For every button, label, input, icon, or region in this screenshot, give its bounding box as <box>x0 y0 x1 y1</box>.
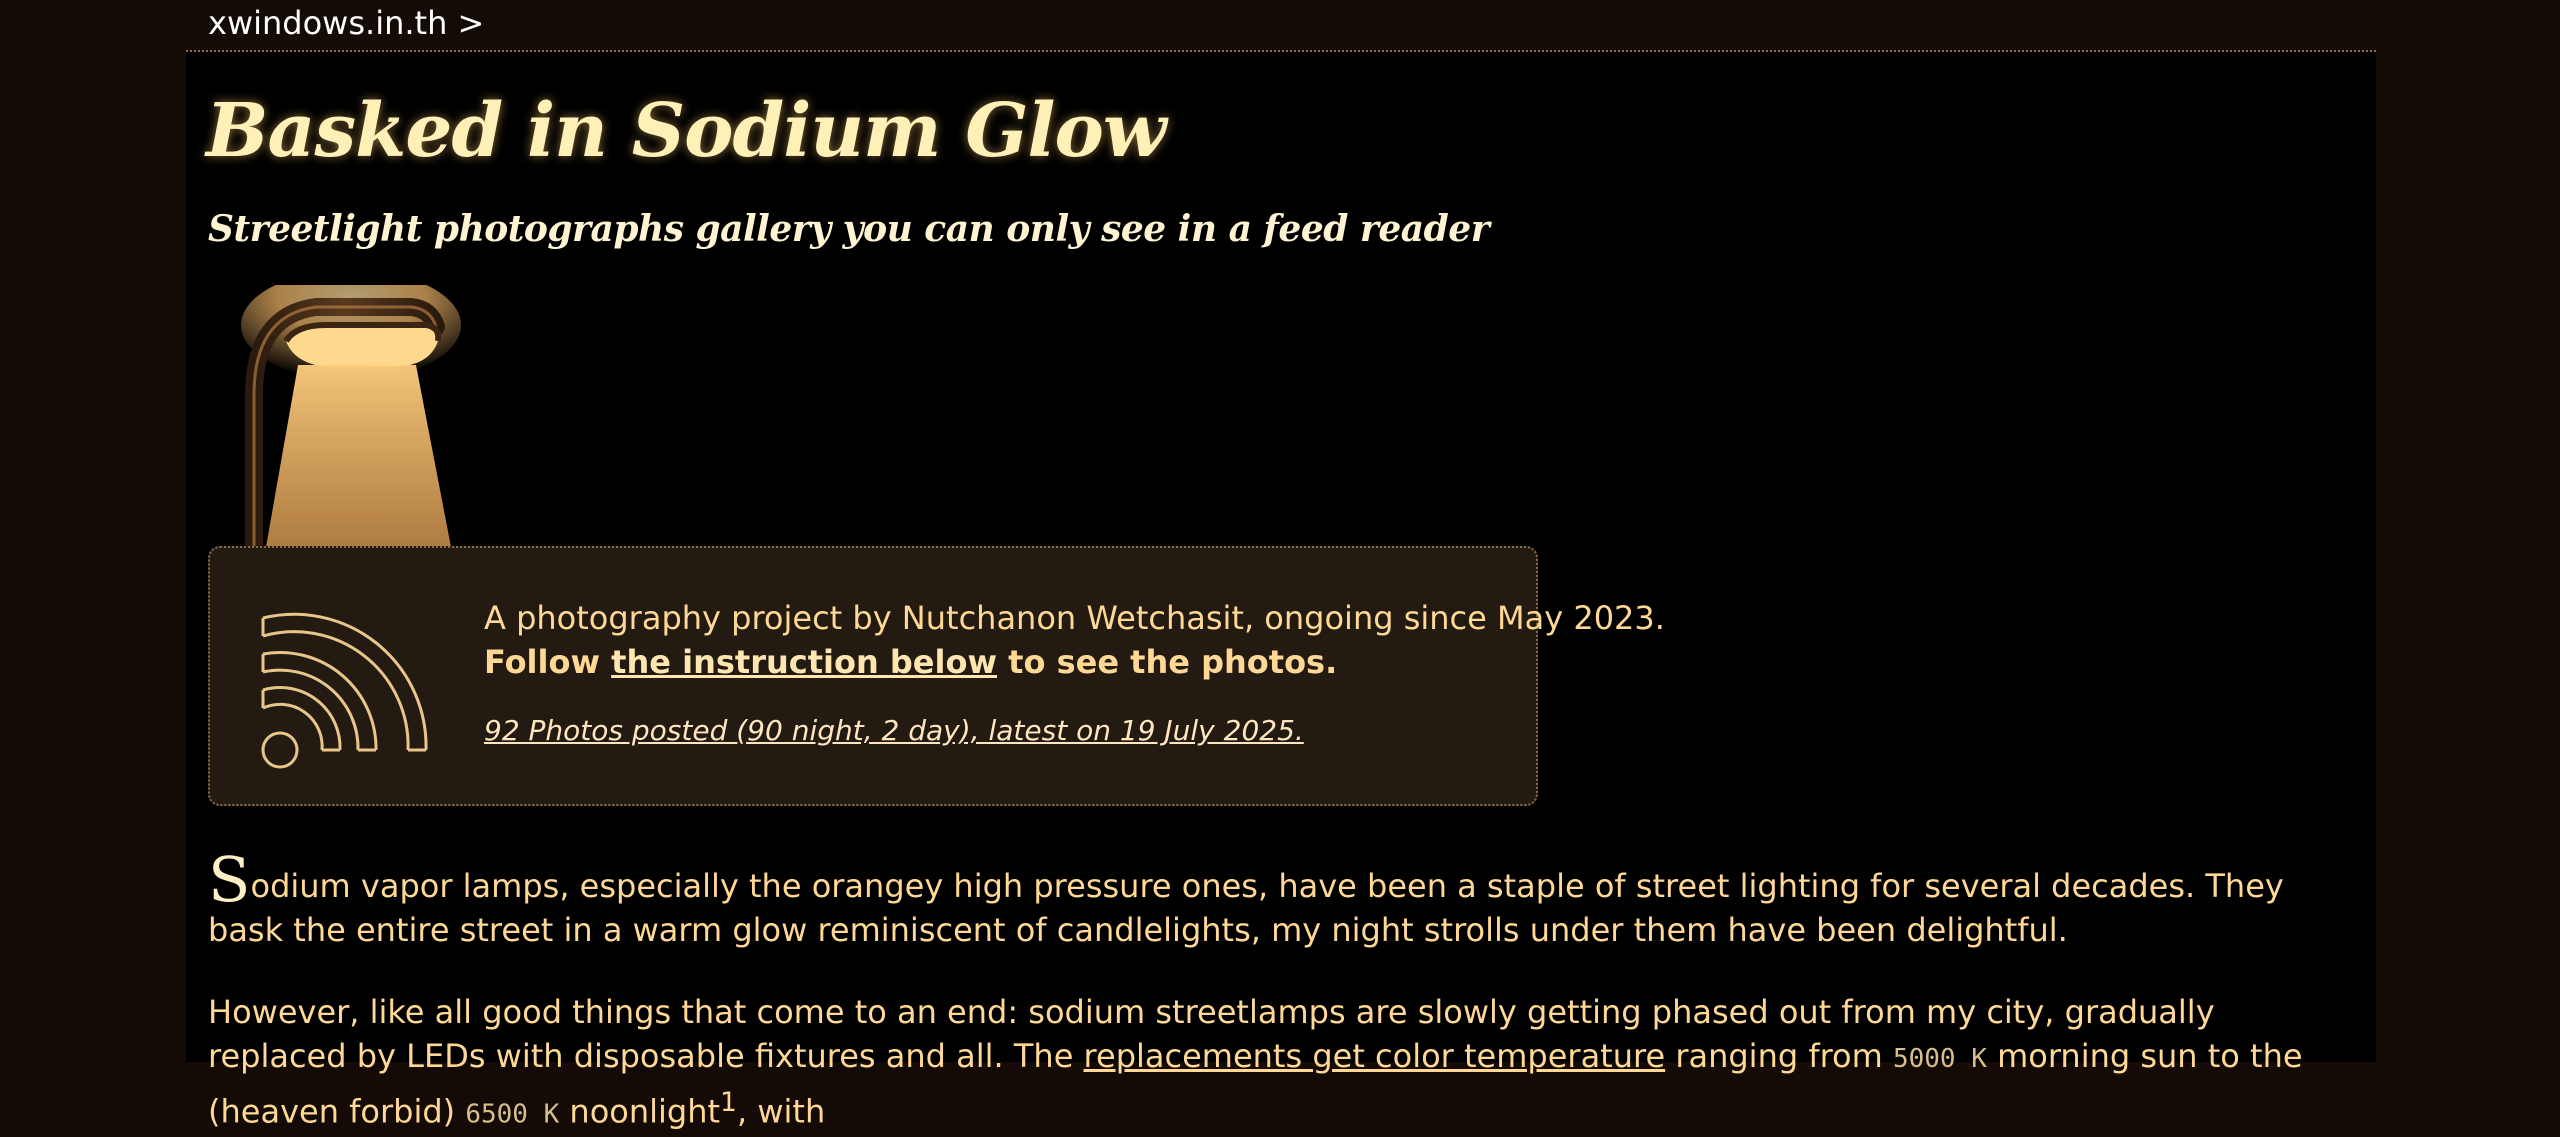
instruction-link[interactable]: the instruction below <box>611 643 997 681</box>
intro-text: A photography project by Nutchanon Wetch… <box>484 596 1665 684</box>
replacements-link[interactable]: replacements get color temperature <box>1084 1037 1666 1075</box>
footnote-ref[interactable]: 1 <box>720 1087 737 1118</box>
intro-card: A photography project by Nutchanon Wetch… <box>208 546 1665 806</box>
page: xwindows.in.th > Basked in Sodium Glow S… <box>186 0 2376 1131</box>
top-bar: xwindows.in.th > <box>186 0 2376 52</box>
photo-stats-link[interactable]: 92 Photos posted (90 night, 2 day), late… <box>484 714 1304 747</box>
page-title: Basked in Sodium Glow <box>206 88 1167 174</box>
kelvin-value: 5000 K <box>1892 1044 1987 1074</box>
follow-suffix: to see the photos. <box>997 643 1338 681</box>
paragraph-1-text: odium vapor lamps, especially the orange… <box>208 867 2284 949</box>
paragraph-2-text: noonlight <box>559 1092 721 1131</box>
follow-instruction: Follow the instruction below to see the … <box>484 640 1524 684</box>
intro-paragraph-1: Sodium vapor lamps, especially the orang… <box>208 849 2348 952</box>
follow-prefix: Follow <box>484 643 612 681</box>
kelvin-value: 6500 K <box>465 1099 560 1130</box>
streetlamp-illustration <box>226 285 486 547</box>
rss-feed-icon[interactable] <box>256 596 436 776</box>
breadcrumb-home-link[interactable]: xwindows.in.th > <box>208 3 484 43</box>
paragraph-2-text: ranging from <box>1665 1037 1893 1075</box>
project-description: A photography project by Nutchanon Wetch… <box>484 599 1665 637</box>
page-subtitle: Streetlight photographs gallery you can … <box>208 208 1490 250</box>
drop-cap: S <box>208 843 251 916</box>
intro-paragraph-2: However, like all good things that come … <box>208 990 2348 1137</box>
paragraph-2-text: , with <box>737 1092 826 1131</box>
